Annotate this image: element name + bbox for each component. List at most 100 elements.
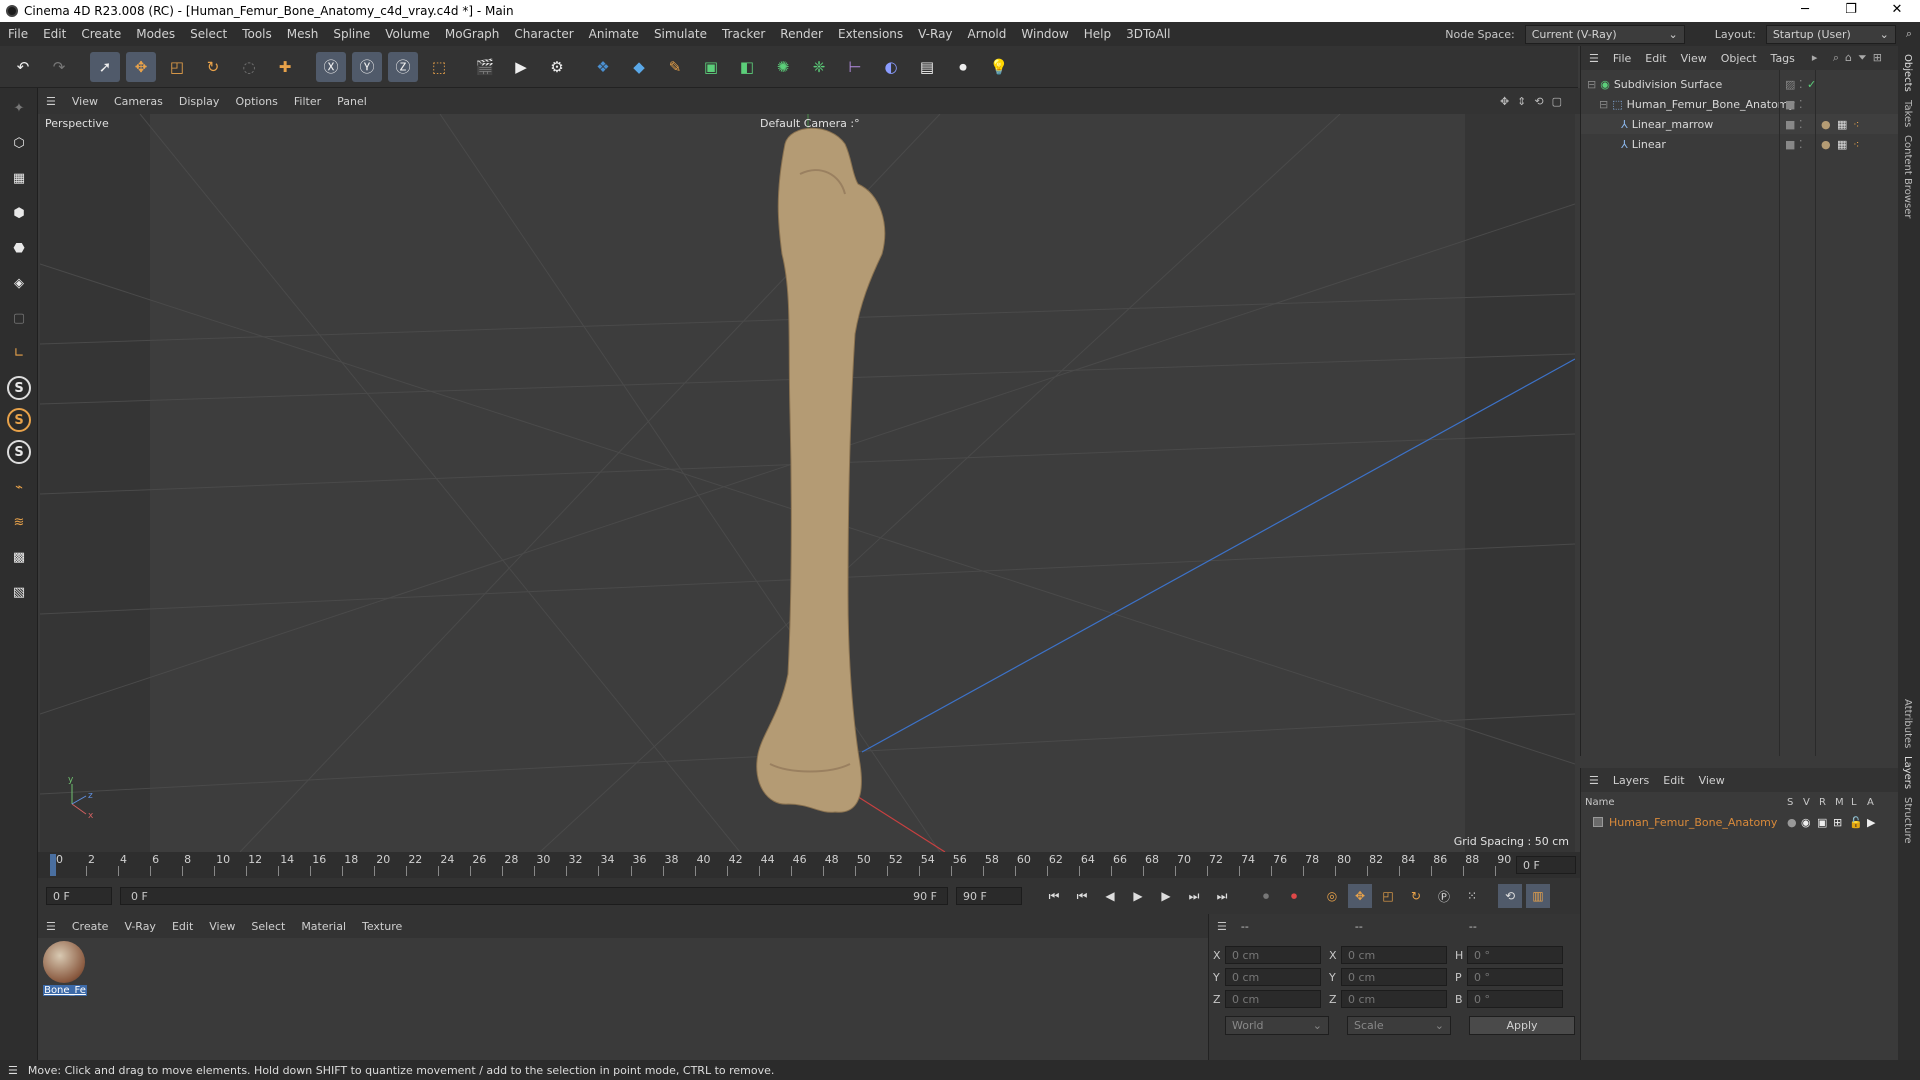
deformer-icon[interactable]: ⊢ bbox=[840, 52, 870, 82]
menu-character[interactable]: Character bbox=[514, 27, 573, 41]
first-frame-icon[interactable]: ⏮ bbox=[1070, 884, 1094, 908]
layout-dropdown[interactable]: Startup (User) ⌄ bbox=[1765, 24, 1896, 44]
edit-toggle-icon[interactable]: ▨ bbox=[1785, 78, 1795, 91]
tab-takes[interactable]: Takes bbox=[1902, 100, 1913, 127]
pen-spline-icon[interactable]: ✎ bbox=[660, 52, 690, 82]
tab-attributes[interactable]: Attributes bbox=[1902, 699, 1913, 748]
x-axis-lock-icon[interactable]: Ⓧ bbox=[316, 51, 346, 82]
hamburger-menu-icon[interactable]: ☰ bbox=[46, 95, 56, 108]
menu-spline[interactable]: Spline bbox=[333, 27, 370, 41]
hamburger-menu-icon[interactable]: ☰ bbox=[1217, 920, 1227, 933]
timeline-ruler[interactable]: 0 2 4 6 8 10 12 14 16 18 20 22 24 26 28 30 32 34 36 38 40 42 4… bbox=[38, 852, 1580, 878]
viewport-menu-options[interactable]: Options bbox=[235, 95, 277, 108]
object-menu-file[interactable]: File bbox=[1613, 52, 1631, 65]
column-divider[interactable] bbox=[1815, 70, 1816, 756]
key-scale-icon[interactable]: ◰ bbox=[1376, 884, 1400, 908]
key-position-icon[interactable]: ✥ bbox=[1348, 884, 1372, 908]
coordinate-space-dropdown[interactable]: World ⌄ bbox=[1225, 1015, 1329, 1035]
material-menu-view[interactable]: View bbox=[209, 920, 235, 933]
position-y-field[interactable]: 0 cm bbox=[1225, 968, 1321, 986]
points-mode-icon[interactable]: ⬢ bbox=[4, 198, 34, 228]
object-toolbar-icons[interactable]: ▸ ⌕⌂⏷⊞ bbox=[1812, 51, 1888, 65]
material-tag-icon[interactable]: ● bbox=[1821, 138, 1831, 151]
uv-tag-icon[interactable]: ▦ bbox=[1837, 118, 1847, 131]
size-y-field[interactable]: 0 cm bbox=[1341, 968, 1447, 986]
menu-window[interactable]: Window bbox=[1021, 27, 1068, 41]
apply-button[interactable]: Apply bbox=[1469, 1015, 1575, 1035]
viewport-menu-cameras[interactable]: Cameras bbox=[114, 95, 163, 108]
render-region-icon[interactable]: 🎬 bbox=[470, 52, 500, 82]
object-menu-view[interactable]: View bbox=[1681, 52, 1707, 65]
menu-tracker[interactable]: Tracker bbox=[722, 27, 765, 41]
rotation-p-field[interactable]: 0 ° bbox=[1467, 968, 1563, 986]
menu-edit[interactable]: Edit bbox=[43, 27, 66, 41]
tree-row[interactable]: ⅄ Linear_marrow ■ ⁚ ● ▦ ⁖ bbox=[1581, 114, 1898, 134]
menu-select[interactable]: Select bbox=[190, 27, 227, 41]
go-to-end-icon[interactable]: ⏭ bbox=[1210, 884, 1234, 908]
material-swatch[interactable]: Bone_Fe bbox=[43, 941, 87, 996]
material-menu-create[interactable]: Create bbox=[72, 920, 109, 933]
key-parameter-icon[interactable]: Ⓟ bbox=[1432, 884, 1456, 908]
last-frame-icon[interactable]: ⏭ bbox=[1182, 884, 1206, 908]
material-menu-select[interactable]: Select bbox=[251, 920, 285, 933]
material-tag-icon[interactable]: ● bbox=[1821, 118, 1831, 131]
rotation-b-field[interactable]: 0 ° bbox=[1467, 990, 1563, 1008]
magnet-icon[interactable]: ⌁ bbox=[4, 472, 34, 502]
menu-extensions[interactable]: Extensions bbox=[838, 27, 903, 41]
next-frame-icon[interactable]: ▶ bbox=[1154, 884, 1178, 908]
search-icon[interactable]: ⌕ bbox=[1906, 27, 1912, 41]
menu-modes[interactable]: Modes bbox=[136, 27, 175, 41]
eye-icon[interactable]: ◉ bbox=[1801, 816, 1811, 829]
y-axis-lock-icon[interactable]: Ⓨ bbox=[352, 51, 382, 82]
grid-plane-icon[interactable]: ▩ bbox=[4, 542, 34, 572]
render-icon[interactable]: ▣ bbox=[1817, 816, 1827, 829]
motion-system-icon[interactable]: ⟲ bbox=[1498, 884, 1522, 908]
solo-icon[interactable]: ● bbox=[1787, 816, 1797, 829]
menu-render[interactable]: Render bbox=[780, 27, 823, 41]
render-settings-icon[interactable]: ⚙ bbox=[542, 52, 572, 82]
playhead-marker[interactable] bbox=[50, 854, 56, 876]
position-x-field[interactable]: 0 cm bbox=[1225, 946, 1321, 964]
layer-color-icon[interactable]: ■ bbox=[1785, 118, 1795, 131]
material-menu-vray[interactable]: V-Ray bbox=[124, 920, 156, 933]
hamburger-menu-icon[interactable]: ☰ bbox=[1589, 774, 1599, 787]
select-tool-icon[interactable]: ➚ bbox=[90, 51, 120, 82]
visibility-dots-icon[interactable]: ⁚ bbox=[1799, 98, 1803, 111]
timeline-window-icon[interactable]: ▥ bbox=[1526, 884, 1550, 908]
cube-icon[interactable]: ◆ bbox=[624, 52, 654, 82]
menu-help[interactable]: Help bbox=[1084, 27, 1111, 41]
timeline-current-frame[interactable]: 0 F bbox=[1516, 856, 1576, 874]
menu-vray[interactable]: V-Ray bbox=[918, 27, 952, 41]
texture-mode-icon[interactable]: ▦ bbox=[4, 163, 34, 193]
viewport-menu-panel[interactable]: Panel bbox=[337, 95, 367, 108]
snap-mode-icon[interactable]: S bbox=[7, 440, 31, 464]
python-icon[interactable]: ❖ bbox=[588, 52, 618, 82]
node-space-dropdown[interactable]: Current (V-Ray) ⌄ bbox=[1524, 24, 1685, 44]
object-menu-edit[interactable]: Edit bbox=[1645, 52, 1666, 65]
material-menu-material[interactable]: Material bbox=[301, 920, 346, 933]
undo-icon[interactable]: ↶ bbox=[8, 52, 38, 82]
layer-menu-layers[interactable]: Layers bbox=[1613, 774, 1649, 787]
tree-row[interactable]: ⊟ ⬚ Human_Femur_Bone_Anatomy ■ ⁚ bbox=[1581, 94, 1898, 114]
menu-volume[interactable]: Volume bbox=[385, 27, 430, 41]
size-z-field[interactable]: 0 cm bbox=[1341, 990, 1447, 1008]
object-menu-tags[interactable]: Tags bbox=[1771, 52, 1795, 65]
tree-row[interactable]: ⅄ Linear ■ ⁚ ● ▦ ⁖ bbox=[1581, 134, 1898, 154]
autokey-icon[interactable]: ⏺ bbox=[1282, 884, 1306, 908]
viewport-menu-view[interactable]: View bbox=[72, 95, 98, 108]
menu-mesh[interactable]: Mesh bbox=[287, 27, 319, 41]
layer-color-icon[interactable]: ■ bbox=[1785, 98, 1795, 111]
size-x-field[interactable]: 0 cm bbox=[1341, 946, 1447, 964]
material-menu-edit[interactable]: Edit bbox=[172, 920, 193, 933]
tab-structure[interactable]: Structure bbox=[1902, 797, 1913, 844]
max-frame-field[interactable]: 90 F bbox=[956, 887, 1022, 905]
mograph-icon[interactable]: ❈ bbox=[804, 52, 834, 82]
hamburger-menu-icon[interactable]: ☰ bbox=[1589, 52, 1599, 65]
key-pla-icon[interactable]: ⁙ bbox=[1460, 884, 1484, 908]
visibility-dots-icon[interactable]: ⁚ bbox=[1799, 78, 1803, 91]
visibility-dots-icon[interactable]: ⁚ bbox=[1799, 118, 1803, 131]
tab-content-browser[interactable]: Content Browser bbox=[1902, 135, 1913, 218]
maximize-button[interactable]: ❐ bbox=[1828, 0, 1874, 22]
start-frame-field[interactable]: 0 F bbox=[46, 887, 112, 905]
menu-file[interactable]: File bbox=[8, 27, 28, 41]
